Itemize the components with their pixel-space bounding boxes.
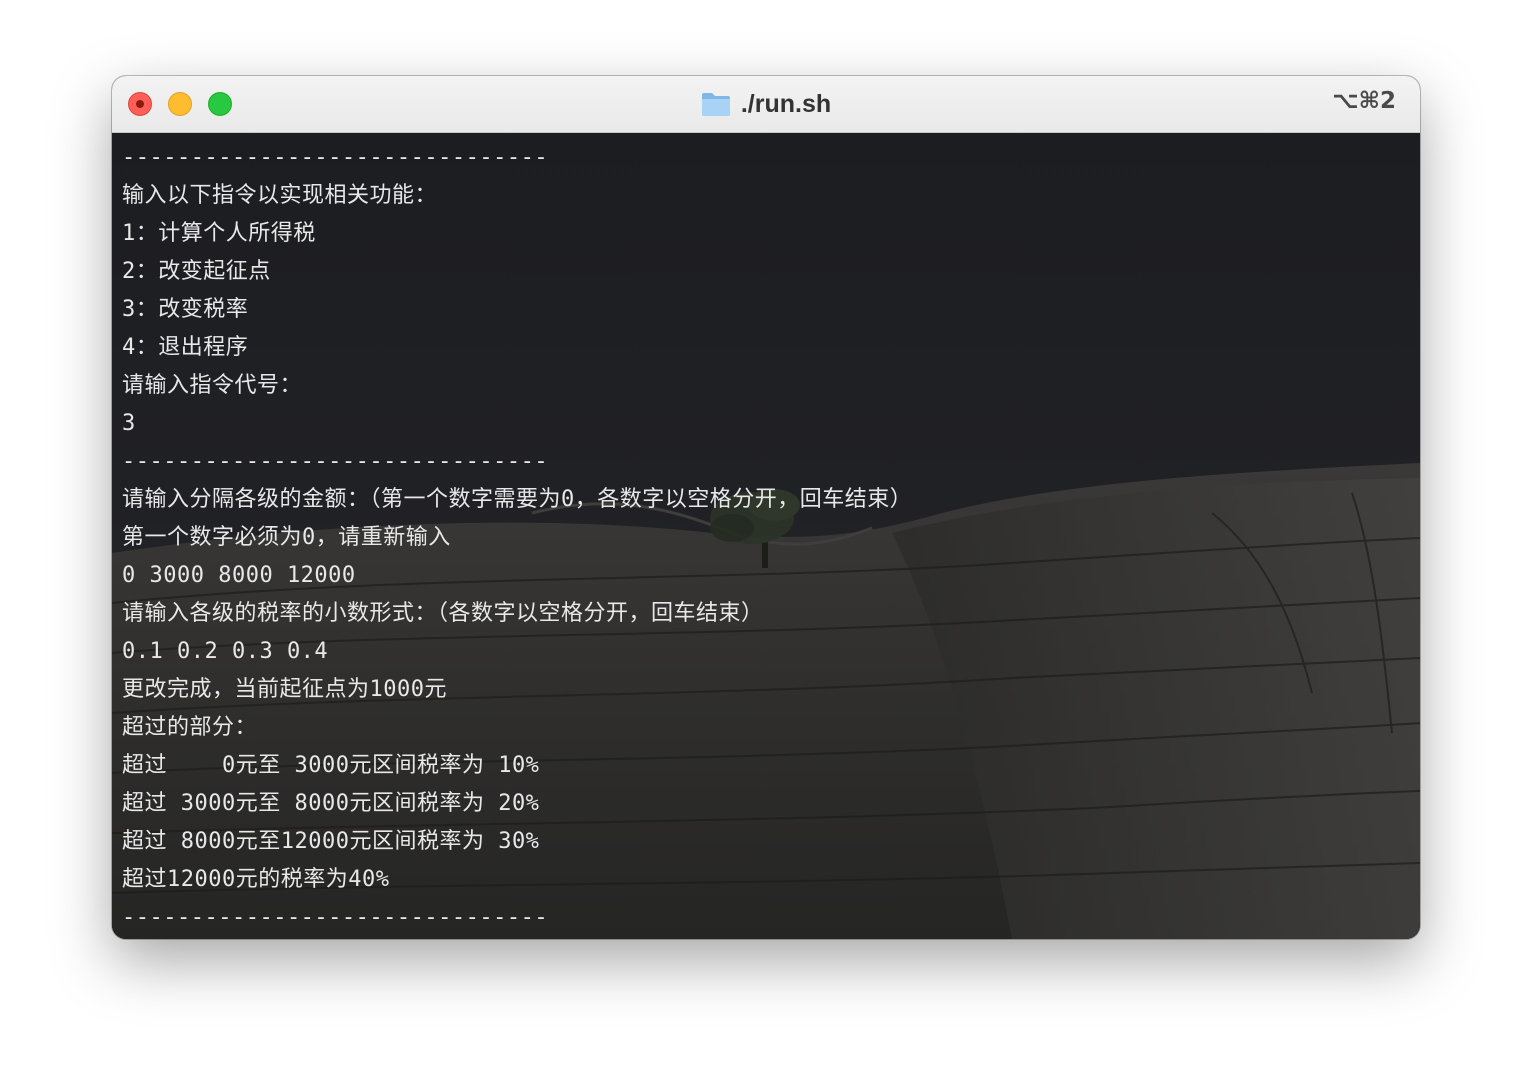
terminal-line: 1：计算个人所得税	[122, 221, 316, 246]
terminal-line: 超过 3000元至 8000元区间税率为 20%	[122, 791, 540, 816]
window-title: ./run.sh	[740, 89, 832, 118]
terminal-line: -------------------------------	[122, 449, 549, 474]
terminal-line: 0.1 0.2 0.3 0.4	[122, 639, 329, 664]
terminal-line: 超过 8000元至12000元区间税率为 30%	[122, 829, 540, 854]
terminal-lines: ------------------------------- 输入以下指令以实…	[122, 139, 912, 937]
terminal-line: 3：改变税率	[122, 297, 249, 322]
terminal-line: 请输入分隔各级的金额：（第一个数字需要为0，各数字以空格分开，回车结束）	[122, 487, 913, 512]
terminal-line: 第一个数字必须为0，请重新输入	[122, 525, 451, 550]
folder-icon	[701, 93, 730, 116]
window-title-group: ./run.sh	[112, 76, 1420, 132]
terminal-line: 2：改变起征点	[122, 259, 271, 284]
terminal-line: 请输入指令代号：	[122, 373, 303, 398]
terminal-line: 更改完成，当前起征点为1000元	[122, 677, 447, 702]
terminal-line: 超过12000元的税率为40%	[122, 867, 390, 892]
terminal-line: 输入以下指令以实现相关功能：	[122, 183, 438, 208]
terminal-line: 超过 0元至 3000元区间税率为 10%	[122, 753, 540, 778]
terminal-output[interactable]: ------------------------------- 输入以下指令以实…	[112, 133, 1420, 939]
terminal-line: 请输入各级的税率的小数形式：（各数字以空格分开，回车结束）	[122, 601, 764, 626]
terminal-line: 3	[122, 411, 136, 436]
terminal-line: 4：退出程序	[122, 335, 249, 360]
terminal-line: -------------------------------	[122, 145, 549, 170]
terminal-line: -------------------------------	[122, 905, 549, 930]
terminal-line: 0 3000 8000 12000	[122, 563, 356, 588]
terminal-line: 超过的部分：	[122, 715, 258, 740]
tab-shortcut-label: ⌥⌘2	[1332, 88, 1396, 114]
title-bar[interactable]: ./run.sh ⌥⌘2	[112, 76, 1420, 133]
terminal-window: ./run.sh ⌥⌘2 ---------------------------…	[112, 76, 1420, 939]
